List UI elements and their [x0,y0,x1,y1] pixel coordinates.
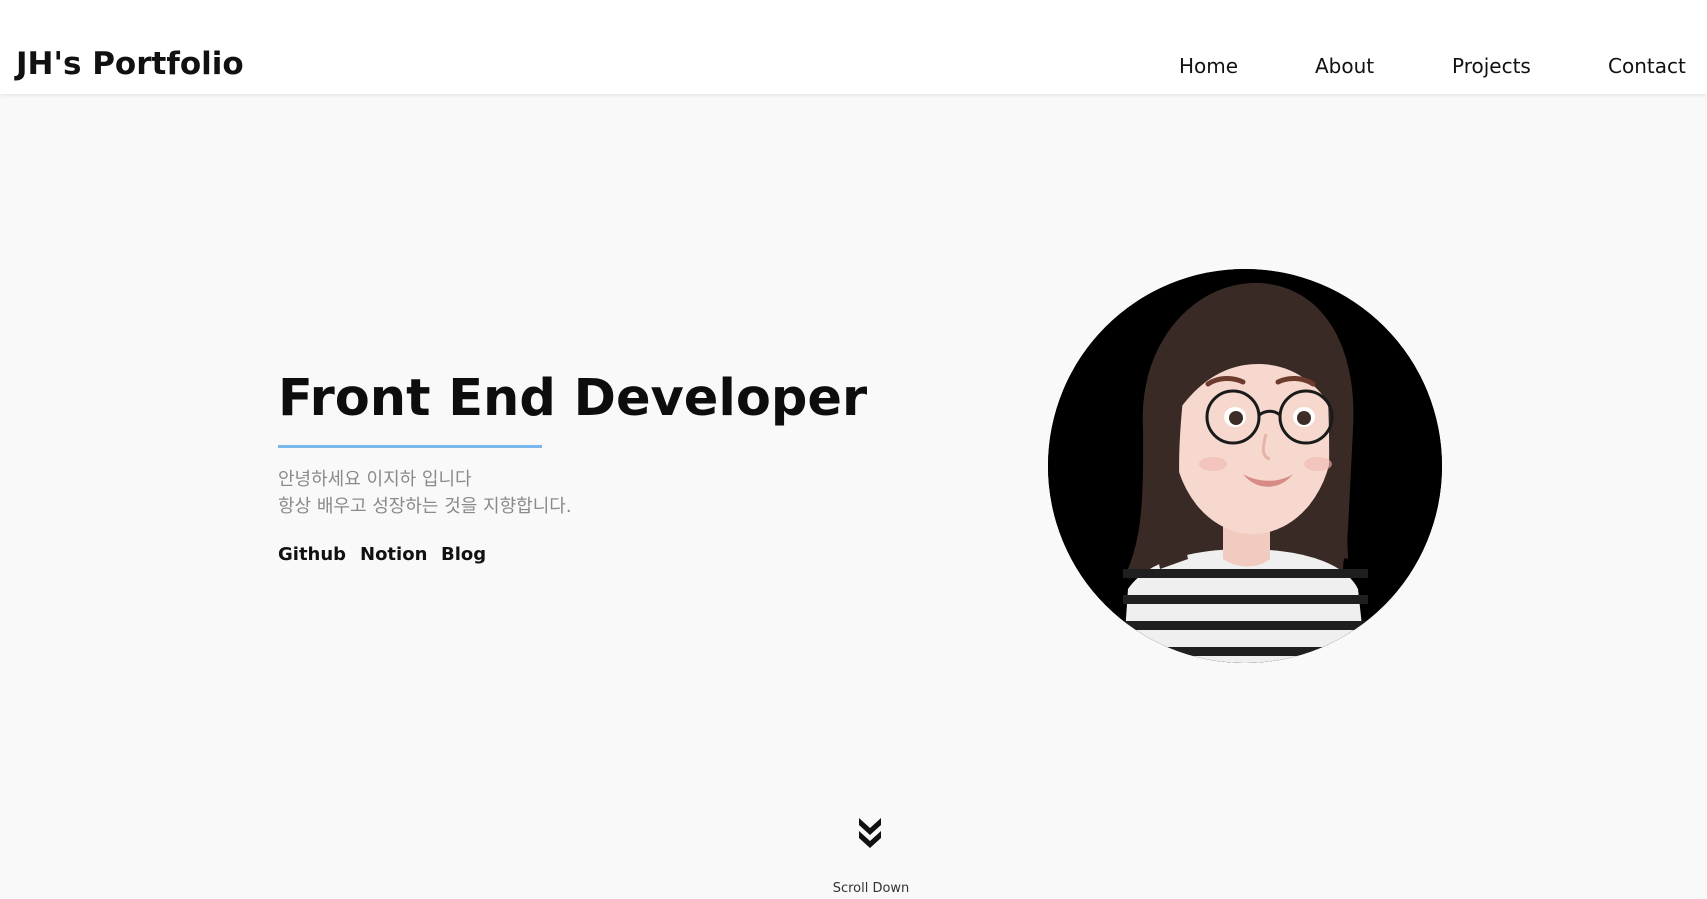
intro-line-1: 안녕하세요 이지하 입니다 [278,469,472,490]
double-chevron-down-icon[interactable] [857,816,883,850]
nav-projects[interactable]: Projects [1452,54,1531,78]
github-link[interactable]: Github [278,544,346,565]
hero-intro: 안녕하세요 이지하 입니다 항상 배우고 성장하는 것을 지향합니다. [278,466,572,520]
avatar-illustration [1048,269,1442,663]
main-nav: Home About Projects Contact [0,54,1707,84]
hero-title: Front End Developer [278,369,868,428]
notion-link[interactable]: Notion [360,544,427,565]
nav-contact[interactable]: Contact [1608,54,1686,78]
scroll-down-label: Scroll Down [832,881,910,896]
nav-home[interactable]: Home [1179,54,1238,78]
blog-link[interactable]: Blog [441,544,486,565]
site-header: JH's Portfolio Home About Projects Conta… [0,0,1707,94]
nav-about[interactable]: About [1315,54,1374,78]
title-underline [278,445,542,448]
profile-avatar [1048,269,1442,663]
intro-line-2: 항상 배우고 성장하는 것을 지향합니다. [278,496,572,517]
